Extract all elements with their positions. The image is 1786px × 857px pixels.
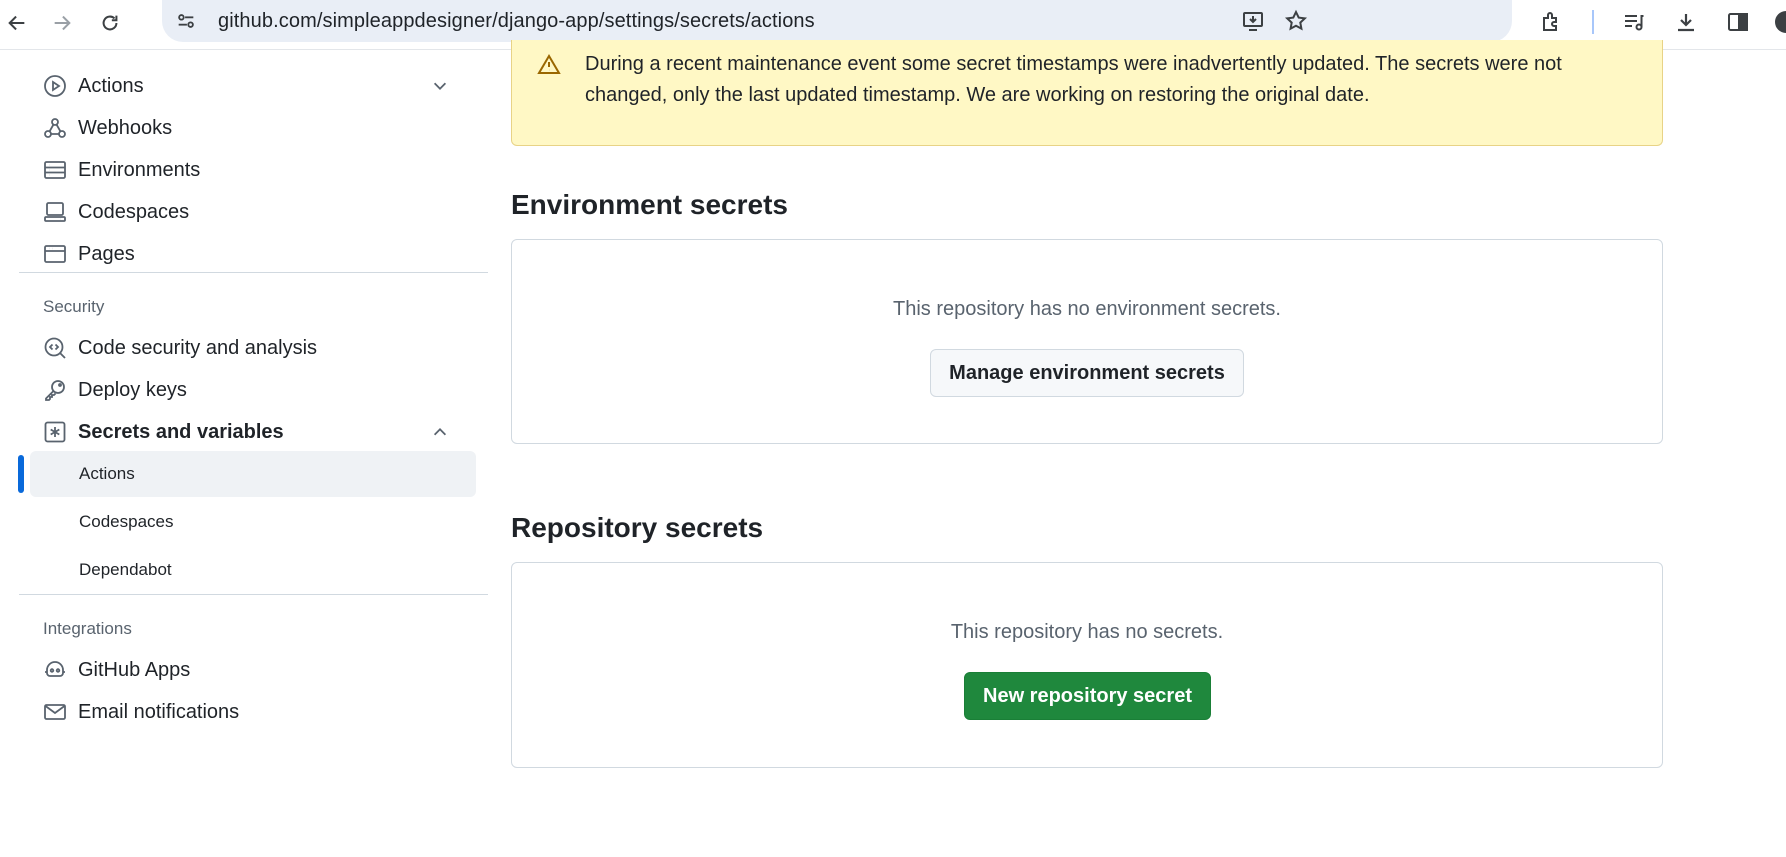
environment-secrets-heading: Environment secrets	[511, 189, 788, 220]
address-bar[interactable]: github.com/simpleappdesigner/django-app/…	[162, 0, 1512, 42]
sidebar-item-label: Secrets and variables	[78, 420, 284, 443]
sidebar-item-label: GitHub Apps	[78, 658, 191, 681]
settings-sidebar: Actions Webhooks Environments Codespaces…	[0, 50, 500, 857]
profile-avatar-icon[interactable]	[1772, 8, 1786, 36]
arrow-right-icon	[54, 15, 71, 31]
sidebar-section-integrations: Integrations	[43, 619, 132, 638]
mail-icon	[42, 699, 68, 725]
toolbar-separator	[1592, 10, 1594, 34]
play-icon	[42, 73, 68, 99]
sidebar-item-label: Codespaces	[79, 512, 174, 531]
back-button[interactable]	[2, 8, 32, 38]
sidebar-item-secrets-and-variables[interactable]: Secrets and variables	[30, 410, 476, 454]
bookmark-star-icon[interactable]	[1283, 8, 1309, 34]
manage-environment-secrets-button[interactable]: Manage environment secrets	[930, 349, 1244, 397]
sidebar-item-label: Actions	[78, 74, 144, 97]
media-queue-icon[interactable]	[1620, 8, 1648, 36]
sidebar-item-codespaces[interactable]: Codespaces	[30, 190, 476, 234]
active-item-marker	[18, 455, 24, 493]
new-repository-secret-button[interactable]: New repository secret	[964, 672, 1211, 720]
sidebar-subitem-codespaces[interactable]: Codespaces	[30, 499, 476, 545]
repository-empty-state: This repository has no secrets.	[950, 621, 1224, 643]
arrow-left-icon	[8, 15, 25, 31]
reload-button[interactable]	[95, 8, 125, 38]
sidebar-item-label: Actions	[79, 464, 135, 483]
sidebar-item-label: Dependabot	[79, 560, 172, 579]
forward-button[interactable]	[47, 8, 77, 38]
sidebar-item-label: Codespaces	[78, 200, 190, 223]
sidebar-item-actions[interactable]: Actions	[30, 64, 476, 108]
codescan-icon	[42, 335, 68, 361]
sidebar-item-github-apps[interactable]: GitHub Apps	[30, 648, 476, 692]
sidebar-subitem-dependabot[interactable]: Dependabot	[30, 547, 476, 593]
warning-text: During a recent maintenance event some s…	[585, 53, 1562, 106]
side-panel-icon[interactable]	[1724, 8, 1752, 36]
sidebar-item-label: Pages	[78, 242, 135, 265]
sidebar-item-environments[interactable]: Environments	[30, 148, 476, 192]
chevron-up-icon[interactable]	[430, 422, 450, 442]
extensions-icon[interactable]	[1538, 8, 1566, 36]
codespaces-icon	[42, 199, 68, 225]
sidebar-item-code-security[interactable]: Code security and analysis	[30, 326, 476, 370]
sidebar-item-label: Deploy keys	[78, 378, 187, 401]
apps-icon	[42, 657, 68, 683]
sidebar-section-security: Security	[43, 297, 105, 316]
chevron-down-icon[interactable]	[430, 76, 450, 96]
maintenance-warning-banner: During a recent maintenance event some s…	[511, 40, 1663, 146]
sidebar-item-pages[interactable]: Pages	[30, 232, 476, 276]
sidebar-item-label: Environments	[78, 158, 201, 181]
sidebar-divider	[19, 594, 488, 595]
sidebar-subitem-actions[interactable]: Actions	[30, 451, 476, 497]
sidebar-item-label: Webhooks	[78, 116, 173, 139]
webhook-icon	[42, 115, 68, 141]
sidebar-item-webhooks[interactable]: Webhooks	[30, 106, 476, 150]
sidebar-divider	[19, 272, 488, 273]
key-icon	[42, 377, 68, 403]
sidebar-item-deploy-keys[interactable]: Deploy keys	[30, 368, 476, 412]
environment-empty-state: This repository has no environment secre…	[893, 298, 1281, 320]
repository-secrets-box: This repository has no secrets. New repo…	[511, 562, 1663, 768]
site-info-icon[interactable]	[174, 9, 198, 33]
reload-icon	[102, 15, 118, 31]
install-app-icon[interactable]	[1240, 8, 1266, 34]
alert-icon	[536, 52, 562, 78]
repository-secrets-heading: Repository secrets	[511, 512, 764, 543]
sidebar-item-label: Email notifications	[78, 700, 240, 723]
browser-icon	[42, 241, 68, 267]
asterisk-icon	[42, 419, 68, 445]
url-text[interactable]: github.com/simpleappdesigner/django-app/…	[218, 10, 815, 33]
environment-secrets-box: This repository has no environment secre…	[511, 239, 1663, 444]
sidebar-item-email-notifications[interactable]: Email notifications	[30, 690, 476, 734]
server-icon	[42, 157, 68, 183]
sidebar-item-label: Code security and analysis	[78, 336, 318, 359]
download-icon[interactable]	[1672, 8, 1700, 36]
